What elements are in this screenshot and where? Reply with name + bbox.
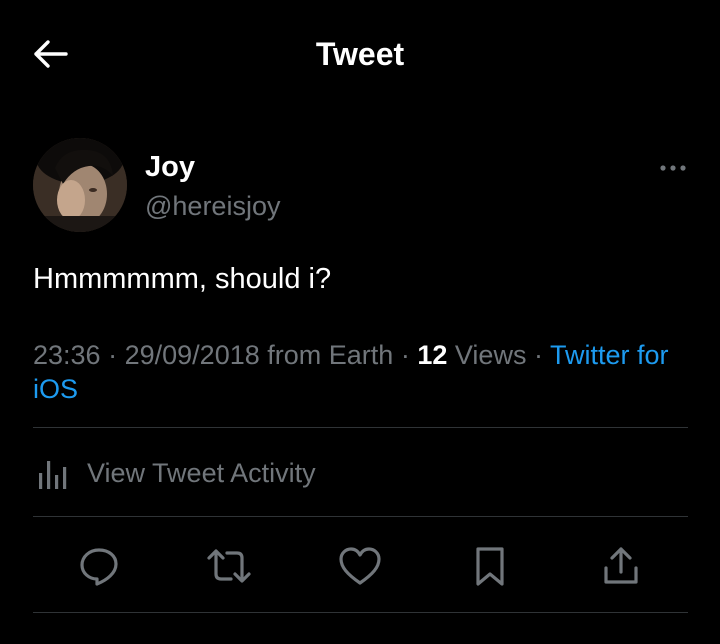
bookmark-button[interactable] [466, 542, 514, 590]
heart-icon [339, 547, 381, 585]
more-horizontal-icon [660, 165, 686, 171]
tweet-text: Hmmmmmm, should i? [33, 263, 332, 295]
divider [33, 516, 688, 517]
divider [33, 427, 688, 428]
tweet-location: from Earth [267, 340, 394, 370]
avatar-photo [33, 138, 127, 232]
avatar[interactable] [33, 138, 127, 232]
bookmark-icon [476, 547, 504, 586]
tweet-date: 29/09/2018 [124, 340, 260, 370]
views-label: Views [454, 340, 527, 370]
view-tweet-activity-button[interactable]: View Tweet Activity [33, 446, 688, 500]
separator: · [533, 340, 543, 370]
like-button[interactable] [336, 542, 384, 590]
reply-icon [80, 548, 118, 586]
bar-chart-icon [39, 461, 67, 489]
top-bar: Tweet [0, 0, 720, 108]
tweet-action-bar [33, 534, 688, 598]
user-handle[interactable]: @hereisjoy [145, 190, 280, 222]
separator: · [108, 340, 118, 370]
tweet-time: 23:36 [33, 340, 101, 370]
display-name[interactable]: Joy [145, 150, 195, 184]
activity-label: View Tweet Activity [87, 457, 316, 488]
divider [33, 612, 688, 613]
reply-button[interactable] [75, 542, 123, 590]
tweet-meta: 23:36 · 29/09/2018 from Earth · 12 Views… [33, 338, 693, 406]
separator: · [400, 340, 410, 370]
share-button[interactable] [597, 542, 645, 590]
share-icon [604, 547, 638, 584]
tweet-author: Joy @hereisjoy [33, 136, 688, 232]
page-title: Tweet [315, 36, 405, 72]
retweet-button[interactable] [205, 542, 253, 590]
more-options-button[interactable] [658, 156, 688, 180]
retweet-icon [207, 549, 251, 583]
views-count: 12 [417, 340, 448, 370]
